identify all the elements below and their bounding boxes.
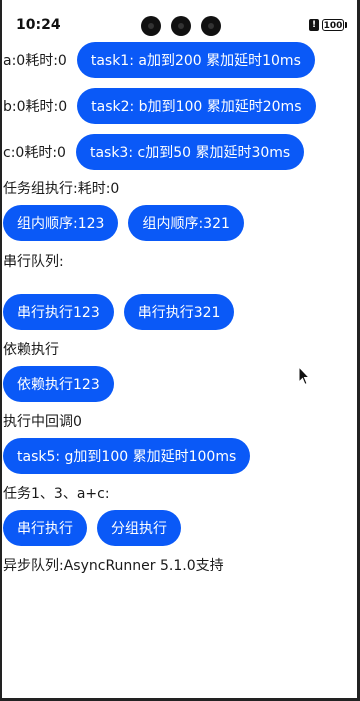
tasks-ac-group-button[interactable]: 分组执行 xyxy=(97,510,181,546)
task2-button[interactable]: task2: b加到100 累加延时20ms xyxy=(77,88,316,124)
group-buttons: 组内顺序:123 组内顺序:321 xyxy=(3,205,244,241)
battery-icon: 100 xyxy=(322,19,344,31)
task-a-status: a:0耗时:0 xyxy=(3,53,67,69)
tasks-ac-section: 任务1、3、a+c: xyxy=(3,483,110,503)
serial-buttons: 串行执行123 串行执行321 xyxy=(3,294,235,330)
async-section: 异步队列:AsyncRunner 5.1.0支持 xyxy=(3,555,224,575)
tasks-ac-serial-button[interactable]: 串行执行 xyxy=(3,510,87,546)
task-row-b: b:0耗时:0 task2: b加到100 累加延时20ms xyxy=(3,88,316,124)
dependency-section: 依赖执行 xyxy=(3,339,59,359)
tasks-ac-title: 任务1、3、a+c: xyxy=(3,486,110,502)
device-frame-left xyxy=(0,0,2,701)
camera-icon xyxy=(201,16,221,36)
task-b-status: b:0耗时:0 xyxy=(3,99,68,115)
serial-section: 串行队列: xyxy=(3,251,64,271)
callback-section: 执行中回调0 xyxy=(3,411,82,431)
task3-button[interactable]: task3: c加到50 累加延时30ms xyxy=(75,134,305,170)
group-section: 任务组执行:耗时:0 xyxy=(3,178,119,198)
dependency-buttons: 依赖执行123 xyxy=(3,366,114,402)
camera-icon xyxy=(141,16,161,36)
status-bar: 10:24 ! 100 xyxy=(0,0,360,40)
mouse-pointer-icon xyxy=(298,366,310,386)
group-order-123-button[interactable]: 组内顺序:123 xyxy=(3,205,119,241)
async-queue-title: 异步队列:AsyncRunner 5.1.0支持 xyxy=(3,558,224,574)
dependency-title: 依赖执行 xyxy=(3,342,59,358)
tasks-ac-buttons: 串行执行 分组执行 xyxy=(3,510,181,546)
camera-icon xyxy=(171,16,191,36)
group-order-321-button[interactable]: 组内顺序:321 xyxy=(128,205,244,241)
callback-buttons: task5: g加到100 累加延时100ms xyxy=(3,438,251,474)
task-row-c: c:0耗时:0 task3: c加到50 累加延时30ms xyxy=(3,134,305,170)
callback-title: 执行中回调0 xyxy=(3,414,82,430)
task1-button[interactable]: task1: a加到200 累加延时10ms xyxy=(76,42,315,78)
serial-123-button[interactable]: 串行执行123 xyxy=(3,294,114,330)
serial-321-button[interactable]: 串行执行321 xyxy=(123,294,235,330)
dependency-123-button[interactable]: 依赖执行123 xyxy=(3,366,114,402)
alert-icon: ! xyxy=(309,19,319,31)
serial-title: 串行队列: xyxy=(3,254,64,270)
task-row-a: a:0耗时:0 task1: a加到200 累加延时10ms xyxy=(3,42,315,78)
status-time: 10:24 xyxy=(16,17,61,33)
task-c-status: c:0耗时:0 xyxy=(3,145,66,161)
task5-button[interactable]: task5: g加到100 累加延时100ms xyxy=(3,438,251,474)
battery-cap-icon xyxy=(345,22,347,28)
group-title: 任务组执行:耗时:0 xyxy=(3,181,120,197)
